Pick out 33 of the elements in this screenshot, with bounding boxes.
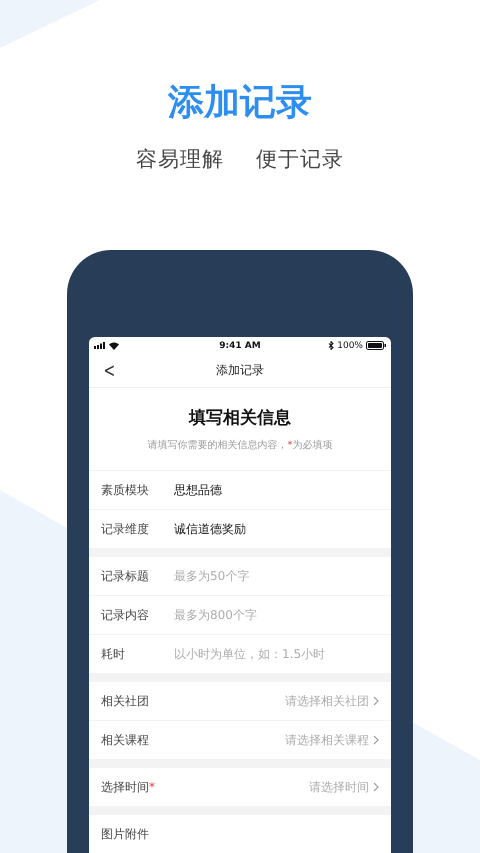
field-label: 素质模块	[101, 482, 150, 498]
field-value: 诚信道德奖励	[174, 520, 246, 538]
input-field[interactable]: 以小时为单位，如：1.5小时	[174, 647, 379, 661]
field-label: 记录内容	[101, 606, 150, 624]
field-value: 思想品德	[174, 482, 222, 498]
headline: 添加记录	[168, 81, 312, 125]
field-label: 耗时	[101, 646, 126, 662]
back-button[interactable]: <	[100, 359, 118, 381]
form-title: 填写相关信息	[189, 407, 291, 429]
field-label: 记录标题	[101, 568, 150, 584]
signal-icon	[94, 342, 106, 349]
input-field[interactable]: 最多为800个字	[174, 608, 379, 622]
select-field[interactable]: 请选择时间	[309, 778, 379, 796]
tagline: 便于记录	[256, 146, 344, 173]
battery-icon	[366, 341, 386, 350]
field-label: 图片附件	[101, 826, 150, 842]
form-hint: 请填写你需要的相关信息内容，*为必填项	[148, 438, 332, 452]
status-time: 9:41 AM	[219, 340, 261, 350]
chevron-right-icon	[373, 696, 379, 706]
select-field[interactable]: 请选择相关社团	[285, 692, 379, 710]
battery-percent: 100%	[337, 340, 363, 350]
field-label: 相关社团	[101, 692, 150, 710]
field-label: 相关课程	[101, 732, 150, 748]
chevron-right-icon	[373, 735, 379, 745]
bluetooth-icon	[328, 341, 334, 350]
wifi-icon	[109, 342, 119, 350]
input-field[interactable]: 最多为50个字	[174, 569, 379, 583]
field-label: 记录维度	[101, 520, 150, 538]
tagline: 容易理解	[136, 146, 224, 173]
nav-title: 添加记录	[216, 362, 264, 379]
field-label: 选择时间*	[101, 778, 156, 796]
chevron-right-icon	[373, 782, 379, 792]
select-field[interactable]: 请选择相关课程	[285, 732, 379, 748]
